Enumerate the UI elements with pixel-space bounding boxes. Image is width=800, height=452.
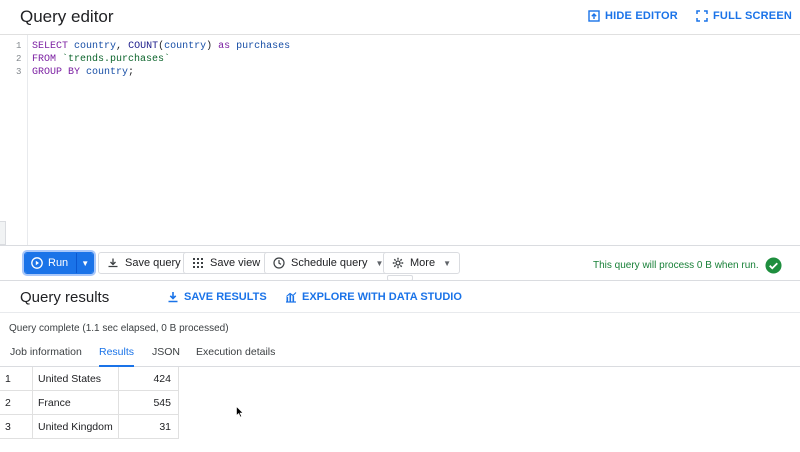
results-header: Query results SAVE RESULTS EXPLORE WITH … — [0, 280, 800, 312]
mouse-pointer-icon — [236, 406, 244, 418]
table-row[interactable]: 3 United Kingdom 31 — [0, 415, 179, 439]
tab-json[interactable]: JSON — [152, 346, 180, 367]
tab-job-information[interactable]: Job information — [10, 346, 82, 367]
row-number: 3 — [5, 421, 11, 433]
line-number: 3 — [16, 67, 22, 77]
code-token: FROM — [32, 54, 57, 65]
chart-icon — [286, 292, 297, 303]
download-icon — [168, 292, 178, 303]
save-query-label: Save query — [125, 257, 181, 269]
explore-data-studio-button[interactable]: EXPLORE WITH DATA STUDIO — [285, 291, 462, 303]
run-button-group: Run ▼ — [24, 252, 95, 274]
caret-down-icon: ▼ — [81, 258, 90, 268]
country-cell[interactable]: United Kingdom — [32, 415, 119, 439]
code-token: country — [74, 41, 117, 52]
results-title: Query results — [20, 289, 110, 306]
save-icon — [108, 258, 118, 268]
code-token: GROUP BY — [32, 67, 81, 78]
code-token: COUNT — [128, 41, 159, 52]
code-token: ; — [128, 67, 135, 78]
hide-editor-button[interactable]: HIDE EDITOR — [588, 10, 678, 22]
save-results-label: SAVE RESULTS — [184, 291, 267, 303]
tab-results[interactable]: Results — [99, 346, 135, 367]
check-circle-icon — [765, 257, 782, 274]
run-button[interactable]: Run — [25, 253, 77, 273]
line-number: 2 — [16, 54, 22, 64]
code-token: as — [218, 41, 231, 52]
save-query-button[interactable]: Save query — [98, 252, 190, 274]
results-tabs: Job information Results JSON Execution d… — [0, 344, 800, 367]
code-token: , — [116, 41, 129, 52]
clock-icon — [273, 257, 285, 269]
gutter-handle[interactable] — [0, 221, 6, 245]
full-screen-label: FULL SCREEN — [713, 10, 793, 22]
explore-label: EXPLORE WITH DATA STUDIO — [302, 291, 462, 303]
more-button[interactable]: More ▼ — [383, 252, 460, 274]
row-number: 2 — [5, 397, 11, 409]
play-icon — [31, 257, 43, 269]
code-token: country — [164, 41, 207, 52]
tab-execution-details[interactable]: Execution details — [196, 346, 275, 367]
gear-icon — [392, 257, 404, 269]
hide-editor-icon — [588, 10, 600, 22]
code-token: purchases — [236, 41, 291, 52]
fullscreen-icon — [696, 10, 708, 22]
caret-down-icon: ▼ — [443, 258, 451, 268]
purchases-cell[interactable]: 424 — [119, 367, 179, 391]
table-row[interactable]: 2 France 545 — [0, 391, 179, 415]
results-table: 1 United States 424 2 France 545 3 Unite… — [0, 367, 179, 439]
editor-header: Query editor HIDE EDITOR FULL SCREEN — [0, 0, 800, 34]
save-results-button[interactable]: SAVE RESULTS — [167, 291, 267, 303]
grid-icon — [193, 258, 203, 268]
row-number: 1 — [5, 373, 11, 385]
validation-message: This query will process 0 B when run. — [593, 260, 759, 271]
query-status: Query complete (1.1 sec elapsed, 0 B pro… — [9, 323, 229, 334]
code-token: SELECT — [32, 41, 69, 52]
line-number: 1 — [16, 41, 22, 51]
code-text: GROUP BY country; — [32, 66, 134, 79]
results-panel: Query complete (1.1 sec elapsed, 0 B pro… — [0, 312, 800, 452]
page-title: Query editor — [20, 7, 114, 26]
query-toolbar: Run ▼ Save query Save view Schedule quer… — [0, 246, 800, 281]
code-token: country — [86, 67, 129, 78]
more-label: More — [410, 257, 436, 269]
code-token: ) — [206, 41, 219, 52]
country-cell[interactable]: France — [32, 391, 119, 415]
schedule-query-label: Schedule query — [291, 257, 368, 269]
full-screen-button[interactable]: FULL SCREEN — [696, 10, 792, 22]
save-view-label: Save view — [210, 257, 261, 269]
run-label: Run — [48, 257, 69, 269]
schedule-query-button[interactable]: Schedule query ▼ — [264, 252, 393, 274]
table-row[interactable]: 1 United States 424 — [0, 367, 179, 391]
country-cell[interactable]: United States — [32, 367, 119, 391]
hide-editor-label: HIDE EDITOR — [605, 10, 678, 22]
purchases-cell[interactable]: 545 — [119, 391, 179, 415]
sql-editor[interactable]: 1 SELECT country, COUNT(country) as purch… — [0, 34, 800, 246]
code-text: SELECT country, COUNT(country) as purcha… — [32, 40, 290, 53]
run-options-dropdown[interactable]: ▼ — [76, 253, 94, 273]
purchases-cell[interactable]: 31 — [119, 415, 179, 439]
code-token: `trends.purchases` — [62, 54, 171, 65]
save-view-button[interactable]: Save view — [183, 252, 270, 274]
code-text: FROM `trends.purchases` — [32, 53, 170, 66]
